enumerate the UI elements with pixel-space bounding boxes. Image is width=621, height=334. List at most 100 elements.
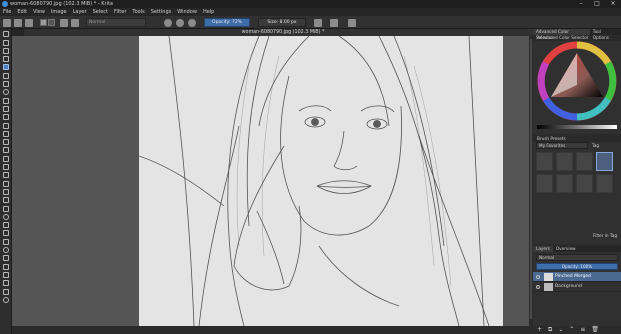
polygon-select-icon[interactable]	[2, 255, 9, 262]
gradient-icon[interactable]	[60, 19, 68, 27]
freehand-select-icon[interactable]	[2, 263, 9, 270]
canvas-image[interactable]	[139, 36, 503, 326]
menu-tools[interactable]: Tools	[132, 8, 144, 16]
visibility-eye-icon[interactable]	[536, 285, 540, 289]
brush-preset-4[interactable]	[596, 152, 613, 171]
measure-tool-icon[interactable]	[2, 222, 9, 229]
tab-tool-options[interactable]: Tool Options	[590, 29, 621, 40]
foreground-color-swatch[interactable]	[40, 19, 47, 26]
polygon-tool-icon[interactable]	[2, 97, 9, 104]
reload-preset-icon[interactable]	[188, 19, 196, 27]
maximize-icon[interactable]: □	[589, 0, 605, 8]
colorize-mask-icon[interactable]	[2, 188, 9, 195]
pencil-sketch-portrait	[139, 36, 503, 326]
layer-row[interactable]: Background	[533, 282, 621, 292]
smart-patch-icon[interactable]	[2, 197, 9, 204]
title-bar: woman-6080790.jpg (102.3 MiB) * - Krita …	[0, 0, 621, 8]
crop-tool-icon[interactable]	[2, 164, 9, 171]
menu-help[interactable]: Help	[203, 8, 214, 16]
document-tab[interactable]: woman-6080790.jpg (102.3 MiB) *	[24, 29, 542, 36]
menu-window[interactable]: Window	[177, 8, 197, 16]
move-tool-icon[interactable]	[2, 155, 9, 162]
tab-overview[interactable]: Overview	[553, 246, 579, 252]
tab-layers[interactable]: Layers	[533, 246, 553, 252]
text-tool-icon[interactable]	[2, 39, 9, 46]
line-tool-icon[interactable]	[2, 72, 9, 79]
select-shapes-icon[interactable]	[2, 31, 9, 38]
contiguous-select-icon[interactable]	[2, 271, 9, 278]
background-color-swatch[interactable]	[48, 19, 55, 26]
rect-select-icon[interactable]	[2, 238, 9, 245]
visibility-eye-icon[interactable]	[536, 275, 540, 279]
vertical-scroll-thumb[interactable]	[530, 39, 532, 319]
move-up-icon[interactable]: ⌃	[569, 326, 574, 334]
freehand-path-icon[interactable]	[2, 122, 9, 129]
ellipse-select-icon[interactable]	[2, 247, 9, 254]
calligraphy-icon[interactable]	[2, 56, 9, 63]
brush-preset-field[interactable]: Normal	[86, 18, 146, 27]
freehand-brush-icon[interactable]	[2, 64, 9, 71]
save-icon[interactable]	[25, 19, 33, 27]
value-slider[interactable]	[537, 125, 617, 129]
move-down-icon[interactable]: ⌄	[558, 326, 563, 334]
zoom-tool-icon[interactable]	[2, 296, 9, 303]
delete-layer-icon[interactable]: 🗑	[591, 326, 599, 334]
rectangle-tool-icon[interactable]	[2, 81, 9, 88]
brush-preset-3[interactable]	[576, 152, 593, 171]
transform-tool-icon[interactable]	[2, 147, 9, 154]
reference-tool-icon[interactable]	[2, 230, 9, 237]
close-icon[interactable]: ×	[605, 0, 621, 8]
size-slider[interactable]: Size: 8.00 px	[258, 18, 306, 27]
tag-button[interactable]: Tag	[592, 143, 599, 148]
window-title: woman-6080790.jpg (102.3 MiB) * - Krita	[10, 1, 113, 7]
brush-tag-select[interactable]: My Favorites	[536, 142, 588, 149]
brush-preset-2[interactable]	[556, 152, 573, 171]
assistant-tool-icon[interactable]	[2, 213, 9, 220]
multibrush-icon[interactable]	[2, 139, 9, 146]
dynamic-brush-icon[interactable]	[2, 130, 9, 137]
brush-preset-5[interactable]	[536, 174, 553, 193]
menu-select[interactable]: Select	[93, 8, 108, 16]
canvas-area[interactable]	[12, 36, 529, 326]
brush-preset-7[interactable]	[576, 174, 593, 193]
layer-opacity-slider[interactable]: Opacity: 100%	[536, 263, 618, 270]
bezier-select-icon[interactable]	[2, 288, 9, 295]
pattern-icon[interactable]	[71, 19, 79, 27]
preserve-alpha-icon[interactable]	[176, 19, 184, 27]
polyline-tool-icon[interactable]	[2, 105, 9, 112]
layer-row[interactable]: Pinched Merged	[533, 272, 621, 282]
open-document-icon[interactable]	[14, 19, 22, 27]
mirror-horizontal-icon[interactable]	[314, 19, 322, 27]
menu-settings[interactable]: Settings	[151, 8, 172, 16]
fill-tool-icon[interactable]	[2, 205, 9, 212]
brush-preset-6[interactable]	[556, 174, 573, 193]
color-wheel[interactable]	[533, 41, 621, 121]
horizontal-scrollbar[interactable]	[12, 326, 533, 334]
menu-edit[interactable]: Edit	[17, 8, 27, 16]
opacity-slider[interactable]: Opacity: 72%	[204, 18, 250, 27]
eraser-mode-icon[interactable]	[164, 19, 172, 27]
add-layer-icon[interactable]: +	[537, 326, 542, 334]
menu-view[interactable]: View	[33, 8, 45, 16]
gradient-tool-icon[interactable]	[2, 172, 9, 179]
duplicate-layer-icon[interactable]: ⧉	[548, 326, 552, 334]
bezier-tool-icon[interactable]	[2, 114, 9, 121]
ellipse-tool-icon[interactable]	[2, 89, 9, 96]
minimize-icon[interactable]: –	[573, 0, 589, 8]
brush-preset-1[interactable]	[536, 152, 553, 171]
menu-layer[interactable]: Layer	[73, 8, 87, 16]
blend-mode-select[interactable]: Normal	[536, 254, 618, 261]
new-document-icon[interactable]	[3, 19, 11, 27]
layers-docker: Layers Overview Normal Opacity: 100% Pin…	[533, 246, 621, 334]
brush-preset-8[interactable]	[596, 174, 613, 193]
layer-properties-icon[interactable]: ≡	[580, 326, 585, 334]
color-picker-icon[interactable]	[2, 180, 9, 187]
menu-filter[interactable]: Filter	[114, 8, 126, 16]
wrap-around-icon[interactable]	[348, 19, 356, 27]
menu-file[interactable]: File	[3, 8, 11, 16]
menu-image[interactable]: Image	[51, 8, 67, 16]
mirror-vertical-icon[interactable]	[330, 19, 338, 27]
similar-select-icon[interactable]	[2, 280, 9, 287]
edit-shapes-icon[interactable]	[2, 47, 9, 54]
filter-in-tag-checkbox[interactable]: Filter in Tag	[593, 233, 617, 238]
